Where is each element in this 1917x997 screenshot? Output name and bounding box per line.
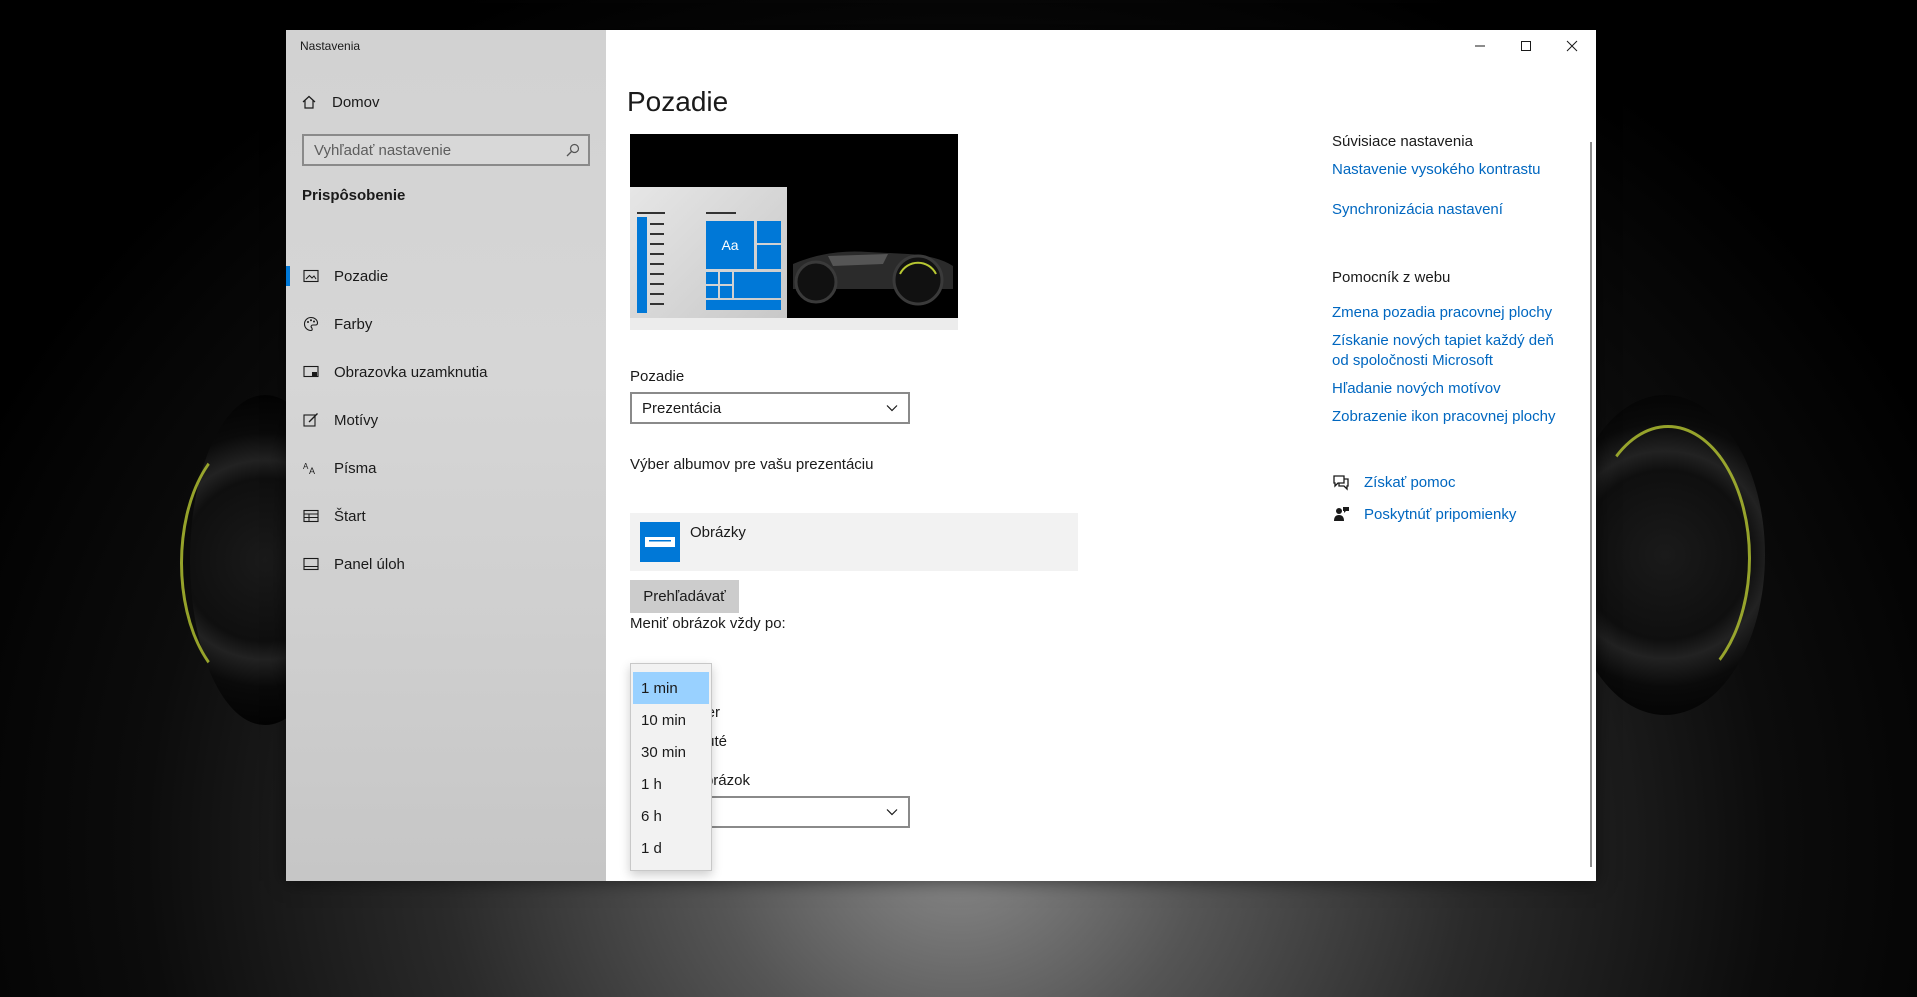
scrollbar[interactable] <box>1590 142 1592 867</box>
get-help-label: Získať pomoc <box>1364 473 1456 491</box>
desktop-icons-link[interactable]: Zobrazenie ikon pracovnej plochy <box>1332 407 1572 427</box>
sidebar-item-label: Panel úloh <box>334 555 405 573</box>
settings-window: Nastavenia Domov Prispôsobenie Pozadie <box>286 30 1596 881</box>
interval-option[interactable]: 6 h <box>631 800 711 832</box>
preview-start-menu: Aa <box>630 187 787 318</box>
preview-car-image <box>793 251 953 306</box>
high-contrast-link[interactable]: Nastavenie vysokého kontrastu <box>1332 160 1572 180</box>
album-name: Obrázky <box>690 524 746 541</box>
search-input[interactable] <box>304 141 558 159</box>
related-heading: Súvisiace nastavenia <box>1332 133 1473 150</box>
search-icon[interactable] <box>558 143 588 157</box>
web-help-heading: Pomocník z webu <box>1332 269 1451 286</box>
feedback-label: Poskytnúť pripomienky <box>1364 505 1517 523</box>
sidebar-item-farby[interactable]: Farby <box>286 300 606 348</box>
home-label: Domov <box>332 93 380 111</box>
sidebar: Nastavenia Domov Prispôsobenie Pozadie <box>286 30 606 881</box>
interval-option[interactable]: 1 h <box>631 768 711 800</box>
background-preview: Aa <box>630 134 958 318</box>
fonts-icon: AA <box>302 459 320 477</box>
chevron-down-icon <box>886 809 898 816</box>
sidebar-item-panel-uloh[interactable]: Panel úloh <box>286 540 606 588</box>
sidebar-item-start[interactable]: Štart <box>286 492 606 540</box>
change-interval-label: Meniť obrázok vždy po: <box>630 615 786 632</box>
feedback-link[interactable]: Poskytnúť pripomienky <box>1332 505 1516 523</box>
folder-icon <box>640 522 680 562</box>
minimize-icon <box>1475 45 1485 47</box>
home-button[interactable]: Domov <box>300 90 380 114</box>
change-background-link[interactable]: Zmena pozadia pracovnej plochy <box>1332 303 1572 323</box>
sidebar-nav: Pozadie Farby Obrazovka uzamknutia Motív… <box>286 252 606 588</box>
chevron-down-icon <box>886 405 898 412</box>
sidebar-item-label: Štart <box>334 507 366 525</box>
sidebar-item-label: Písma <box>334 459 377 477</box>
maximize-icon <box>1521 41 1531 51</box>
start-icon <box>302 507 320 525</box>
interval-option[interactable]: 10 min <box>631 704 711 736</box>
sidebar-item-motivy[interactable]: Motívy <box>286 396 606 444</box>
sync-settings-link[interactable]: Synchronizácia nastavení <box>1332 200 1572 220</box>
sidebar-item-label: Pozadie <box>334 267 389 285</box>
sidebar-item-obrazovka-uzamknutia[interactable]: Obrazovka uzamknutia <box>286 348 606 396</box>
background-type-dropdown[interactable]: Prezentácia <box>630 392 910 424</box>
feedback-person-icon <box>1334 507 1349 521</box>
get-help-link[interactable]: Získať pomoc <box>1332 473 1456 491</box>
sidebar-item-label: Obrazovka uzamknutia <box>334 363 488 381</box>
themes-icon <box>302 411 320 429</box>
interval-popup: 1 min 10 min 30 min 1 h 6 h 1 d <box>630 663 712 871</box>
sidebar-item-label: Motívy <box>334 411 379 429</box>
taskbar-icon <box>302 555 320 573</box>
background-type-value: Prezentácia <box>642 399 722 417</box>
new-themes-link[interactable]: Hľadanie nových motívov <box>1332 379 1572 399</box>
palette-icon <box>302 315 320 333</box>
picture-icon <box>302 267 320 285</box>
minimize-button[interactable] <box>1457 30 1503 62</box>
home-icon <box>300 93 318 111</box>
album-label: Výber albumov pre vašu prezentáciu <box>630 456 874 473</box>
background-label: Pozadie <box>630 368 685 385</box>
preview-tile: Aa <box>706 221 754 269</box>
search-box[interactable] <box>302 134 590 166</box>
daily-wallpapers-link[interactable]: Získanie nových tapiet každý deň od spol… <box>1332 331 1562 371</box>
lock-screen-icon <box>302 363 320 381</box>
window-title: Nastavenia <box>300 39 361 53</box>
sidebar-item-pozadie[interactable]: Pozadie <box>286 252 606 300</box>
interval-option[interactable]: 30 min <box>631 736 711 768</box>
preview-bottom-bar <box>630 318 958 330</box>
sidebar-item-pisma[interactable]: AA Písma <box>286 444 606 492</box>
sidebar-item-label: Farby <box>334 315 373 333</box>
svg-text:A: A <box>309 466 315 475</box>
interval-option[interactable]: 1 min <box>633 672 709 704</box>
browse-button[interactable]: Prehľadávať <box>630 580 739 613</box>
section-title: Prispôsobenie <box>302 187 406 204</box>
help-chat-icon <box>1333 475 1349 491</box>
maximize-button[interactable] <box>1503 30 1549 62</box>
interval-option[interactable]: 1 d <box>631 832 711 864</box>
album-item[interactable]: Obrázky <box>630 513 1078 571</box>
close-button[interactable] <box>1549 30 1595 62</box>
close-icon <box>1566 40 1578 52</box>
page-title: Pozadie <box>627 86 729 117</box>
